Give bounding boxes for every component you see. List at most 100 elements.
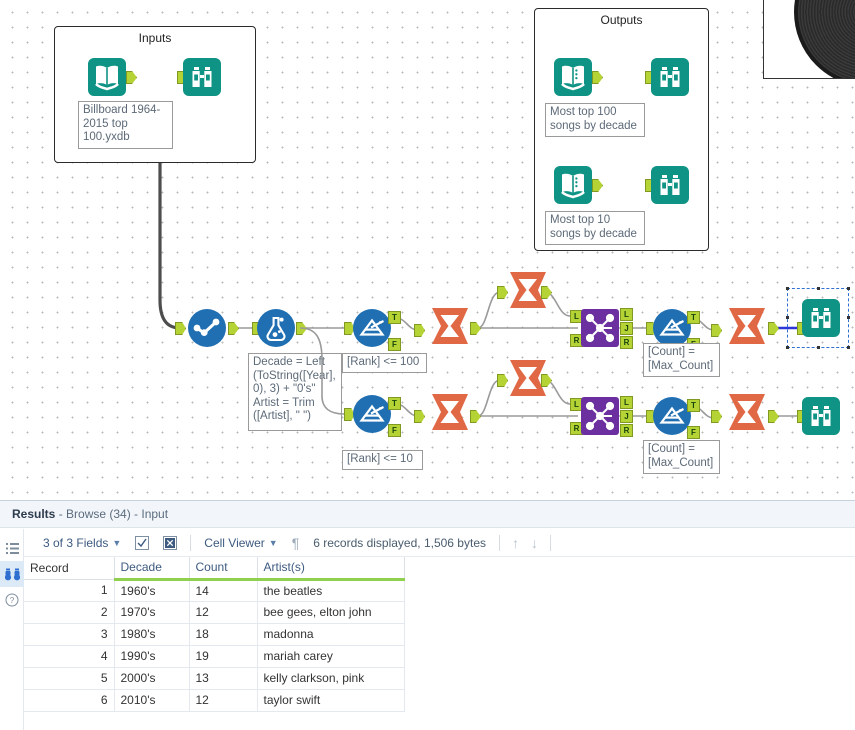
summarize-top-b-output-anchor[interactable] xyxy=(541,286,552,299)
cell-decade: 1970's xyxy=(114,601,190,624)
table-header-row: Record Decade Count Artist(s) xyxy=(24,557,405,581)
summarize-bottom-c-input-anchor[interactable] xyxy=(711,410,722,423)
results-table[interactable]: Record Decade Count Artist(s) 1 1960's 1… xyxy=(24,557,405,712)
filter-top100-true-anchor[interactable]: T xyxy=(388,311,401,324)
column-header-record[interactable]: Record xyxy=(24,557,115,580)
browse-results-icon[interactable] xyxy=(0,561,24,587)
filter-bottom-maxcount-false-anchor[interactable]: F xyxy=(687,426,700,439)
table-row[interactable]: 5 2000's 13 kelly clarkson, pink xyxy=(24,667,405,690)
cell-artist: mariah carey xyxy=(257,645,405,668)
toolbar-divider-1 xyxy=(190,534,192,551)
join-bottom-right-output-anchor[interactable]: R xyxy=(620,424,633,437)
fields-selector-label: 3 of 3 Fields xyxy=(43,535,109,550)
cell-artist: madonna xyxy=(257,623,405,646)
fields-selector[interactable]: 3 of 3 Fields ▼ xyxy=(36,536,128,550)
column-header-decade[interactable]: Decade xyxy=(114,557,190,581)
cell-count: 12 xyxy=(189,601,258,624)
output-top100-annotation: Most top 100 songs by decade xyxy=(545,103,645,137)
summarize-bottom-c-output-anchor[interactable] xyxy=(768,410,779,423)
chevron-down-icon: ▼ xyxy=(268,537,278,548)
summarize-top-c-output-anchor[interactable] xyxy=(768,322,779,335)
summarize-bottom-b-output-anchor[interactable] xyxy=(541,374,552,387)
summarize-tool-top-a[interactable] xyxy=(430,306,470,346)
filter-top100-false-anchor[interactable]: F xyxy=(388,338,401,351)
output-top10-annotation: Most top 10 songs by decade xyxy=(545,211,645,245)
column-header-count[interactable]: Count xyxy=(189,557,258,581)
join-tool-top[interactable] xyxy=(580,308,620,348)
next-record-button[interactable]: ↓ xyxy=(525,535,544,551)
input-data-tool[interactable] xyxy=(87,57,127,97)
workflow-canvas[interactable]: Inputs Billboard 1964- 2015 top 100.yxdb… xyxy=(0,0,855,500)
select-input-anchor[interactable] xyxy=(175,322,186,335)
filter-top10-false-anchor[interactable]: F xyxy=(388,424,401,437)
join-bottom-left-output-anchor[interactable]: L xyxy=(620,396,633,409)
output-data-tool-top100[interactable] xyxy=(553,57,593,97)
input-file-annotation: Billboard 1964- 2015 top 100.yxdb xyxy=(78,101,173,149)
summarize-top-b-input-anchor[interactable] xyxy=(497,286,508,299)
filter-tool-bottom-maxcount[interactable] xyxy=(652,396,692,436)
summarize-top-a-input-anchor[interactable] xyxy=(414,324,425,337)
deselect-all-fields-button[interactable] xyxy=(156,535,184,550)
summarize-tool-top-c[interactable] xyxy=(727,306,767,346)
join-bottom-join-output-anchor[interactable]: J xyxy=(620,410,633,423)
cell-decade: 2010's xyxy=(114,689,190,712)
output-browse-tool-top10[interactable] xyxy=(650,165,690,205)
filter-tool-top10[interactable] xyxy=(352,394,392,434)
summarize-tool-bottom-a[interactable] xyxy=(430,392,470,432)
output-data-tool-top10[interactable] xyxy=(553,165,593,205)
join-top-filter-annotation: [Count] = [Max_Count] xyxy=(643,343,720,377)
summarize-bottom-b-input-anchor[interactable] xyxy=(497,374,508,387)
results-subtitle: - Browse (34) - Input xyxy=(55,507,169,521)
help-icon[interactable]: ? xyxy=(0,587,24,613)
table-row[interactable]: 4 1990's 19 mariah carey xyxy=(24,645,405,668)
formula-tool[interactable] xyxy=(256,308,296,348)
list-view-icon[interactable] xyxy=(0,535,24,561)
join-top-right-output-anchor[interactable]: R xyxy=(620,336,633,349)
cell-decade: 1980's xyxy=(114,623,190,646)
table-row[interactable]: 2 1970's 12 bee gees, elton john xyxy=(24,601,405,624)
summarize-top-c-input-anchor[interactable] xyxy=(711,324,722,337)
cell-artist: kelly clarkson, pink xyxy=(257,667,405,690)
inputs-container-title: Inputs xyxy=(138,31,172,45)
cell-viewer-selector[interactable]: Cell Viewer ▼ xyxy=(197,536,284,550)
cell-record: 2 xyxy=(24,601,115,624)
browse-tool-bottom[interactable] xyxy=(801,396,841,436)
filter-top-maxcount-true-anchor[interactable]: T xyxy=(687,311,700,324)
pilcrow-icon: ¶ xyxy=(291,534,300,551)
filter-tool-top100[interactable] xyxy=(352,308,392,348)
join-top-left-output-anchor[interactable]: L xyxy=(620,308,633,321)
cell-count: 13 xyxy=(189,667,258,690)
summarize-bottom-a-input-anchor[interactable] xyxy=(414,410,425,423)
join-tool-bottom[interactable] xyxy=(580,396,620,436)
summarize-tool-bottom-c[interactable] xyxy=(727,392,767,432)
filter-tool-top-maxcount[interactable] xyxy=(652,308,692,348)
select-tool[interactable] xyxy=(187,308,227,348)
join-top-join-output-anchor[interactable]: J xyxy=(620,322,633,335)
svg-text:?: ? xyxy=(10,596,15,605)
show-whitespace-button[interactable]: ¶ xyxy=(285,535,307,551)
cell-record: 5 xyxy=(24,667,115,690)
column-header-artists[interactable]: Artist(s) xyxy=(257,557,405,581)
previous-record-button[interactable]: ↑ xyxy=(506,535,525,551)
cell-count: 12 xyxy=(189,689,258,712)
table-row[interactable]: 1 1960's 14 the beatles xyxy=(24,579,405,602)
formula-output-anchor[interactable] xyxy=(296,322,307,335)
filter-top10-annotation: [Rank] <= 10 xyxy=(342,450,423,470)
filter-top10-true-anchor[interactable]: T xyxy=(388,397,401,410)
summarize-top-a-output-anchor[interactable] xyxy=(470,322,481,335)
output-browse-tool-top100[interactable] xyxy=(650,57,690,97)
record-count-label: 6 records displayed, 1,506 bytes xyxy=(313,535,486,550)
table-row[interactable]: 6 2010's 12 taylor swift xyxy=(24,689,405,712)
outputs-container-title: Outputs xyxy=(600,13,643,27)
cell-record: 6 xyxy=(24,689,115,712)
filter-bottom-maxcount-true-anchor[interactable]: T xyxy=(687,399,700,412)
cell-artist: the beatles xyxy=(257,579,405,602)
select-all-fields-button[interactable] xyxy=(128,535,156,550)
results-title: Results xyxy=(12,507,56,521)
summarize-bottom-a-output-anchor[interactable] xyxy=(470,410,481,423)
input-browse-tool[interactable] xyxy=(182,57,222,97)
record-count-status: 6 records displayed, 1,506 bytes xyxy=(306,536,493,550)
select-output-anchor[interactable] xyxy=(228,322,239,335)
table-row[interactable]: 3 1980's 18 madonna xyxy=(24,623,405,646)
cell-count: 19 xyxy=(189,645,258,668)
